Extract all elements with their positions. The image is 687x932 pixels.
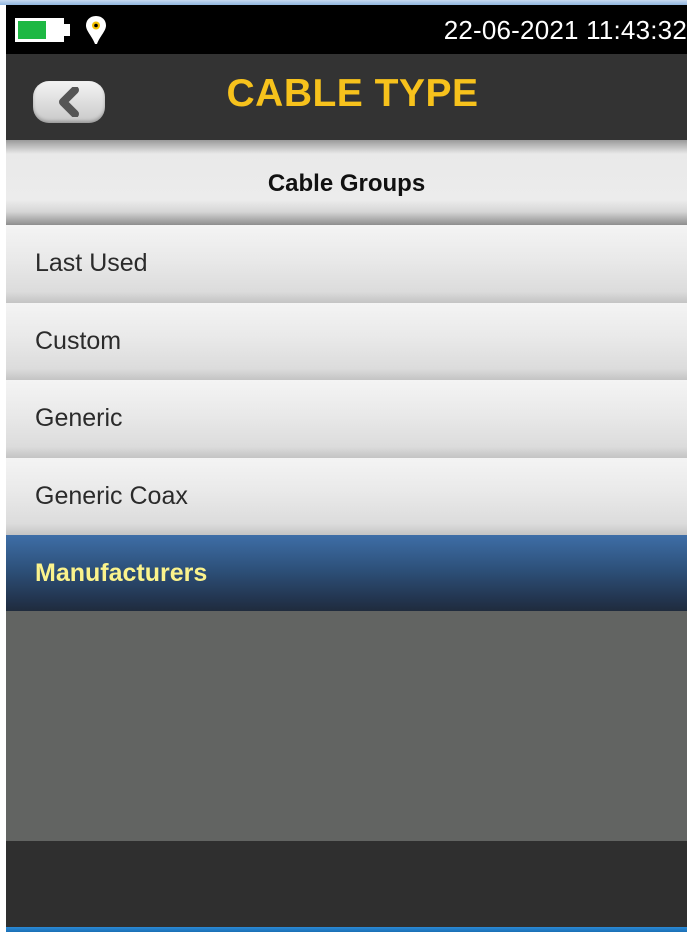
bottom-bar [6, 841, 687, 927]
status-bar: 22-06-2021 11:43:32 [6, 5, 687, 54]
list-item-label: Generic [35, 404, 123, 432]
page-title: CABLE TYPE [226, 72, 479, 115]
list-item-generic-coax[interactable]: Generic Coax [6, 457, 687, 535]
battery-nub [64, 24, 70, 36]
datetime-display: 22-06-2021 11:43:32 [443, 15, 687, 45]
bottom-frame-line [6, 927, 687, 932]
section-header: Cable Groups [6, 140, 687, 225]
section-title: Cable Groups [267, 170, 426, 197]
list-item-label: Generic Coax [35, 481, 188, 510]
list-item-manufacturers[interactable]: Manufacturers [6, 535, 687, 613]
list-item-label: Last Used [35, 249, 148, 277]
device-screen: 22-06-2021 11:43:32 CABLE TYPE Cable Gro… [6, 5, 687, 927]
empty-list-area [6, 611, 687, 841]
list-item-label: Custom [35, 326, 122, 355]
list-item-generic[interactable]: Generic [6, 380, 687, 458]
location-pin-icon [86, 16, 106, 44]
list-item-last-used[interactable]: Last Used [6, 225, 687, 303]
cable-group-list: Last Used Custom Generic Generic Coax Ma… [6, 225, 687, 613]
battery-icon [15, 18, 64, 42]
battery-level-fill [18, 21, 46, 39]
list-item-custom[interactable]: Custom [6, 302, 687, 380]
title-bar: CABLE TYPE [6, 54, 687, 140]
list-item-label: Manufacturers [35, 559, 208, 587]
